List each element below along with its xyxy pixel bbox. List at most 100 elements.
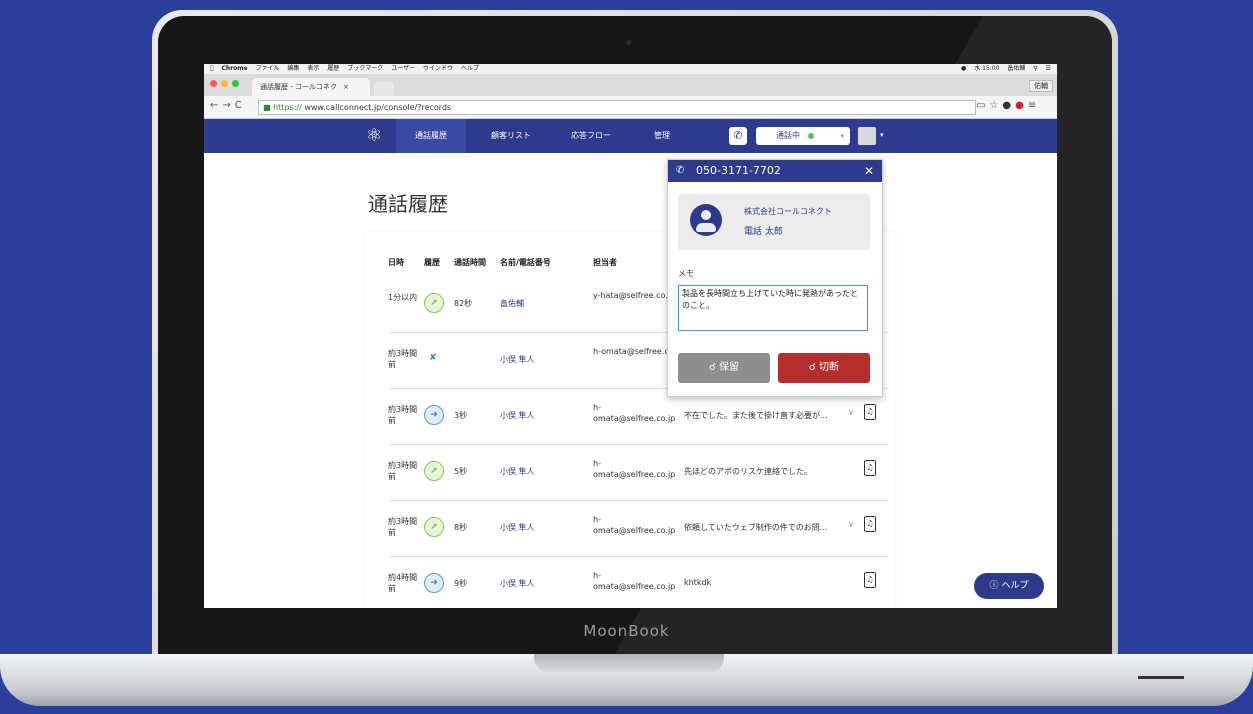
brand-label: MoonBook	[583, 622, 670, 640]
table-row[interactable]: 約3時間前 ➚ 5秒 小俣 隼人 h-omata@selfree.co.jp 先…	[388, 444, 888, 501]
col-header-type[interactable]: 履歴	[424, 257, 440, 268]
handset-icon: ☌	[809, 362, 816, 373]
maximize-window-icon[interactable]	[232, 80, 239, 87]
memo-label: メモ	[678, 269, 694, 278]
expand-chevron-icon[interactable]: ∨	[848, 408, 854, 417]
menubar-item[interactable]: ブックマーク	[347, 65, 383, 72]
camera	[626, 40, 631, 45]
bookmark-star-icon[interactable]: ☆	[989, 100, 1002, 111]
menubar-item[interactable]: ウインドウ	[423, 65, 453, 72]
row-agent: h-omata@selfree.co.jp	[593, 403, 676, 423]
back-icon[interactable]: ←	[210, 100, 222, 111]
missed-call-icon: ✘	[429, 353, 437, 363]
menubar-app[interactable]: Chrome	[222, 65, 248, 72]
forward-icon[interactable]: →	[222, 100, 234, 111]
lock-icon: ■	[263, 103, 271, 112]
reload-icon[interactable]: C	[235, 100, 246, 111]
phone-icon: ✆	[676, 165, 685, 176]
pinterest-icon[interactable]: ●	[1015, 100, 1028, 111]
mac-menubar:  Chrome ファイル 編集 表示 履歴 ブックマーク ユーザー ウインドウ…	[204, 64, 1057, 74]
browser-tab[interactable]: 通話履歴 - コールコネク ×	[252, 78, 370, 96]
menubar-item[interactable]: 履歴	[327, 65, 339, 72]
row-name-link[interactable]: 小俣 隼人	[500, 410, 535, 421]
apple-icon[interactable]: 	[210, 65, 214, 72]
recording-file-icon[interactable]: ♫	[864, 572, 876, 588]
table-row[interactable]: 約4時間前 ➜ 9秒 小俣 隼人 h-omata@selfree.co.jp k…	[388, 556, 888, 608]
row-duration: 8秒	[454, 523, 468, 532]
app-navbar: ⚛ 通話履歴 顧客リスト 応答フロー 管理 ✆ 通話中 ▾ ▾	[204, 119, 1057, 153]
chevron-down-icon: ▾	[840, 132, 844, 140]
nav-call-history[interactable]: 通話履歴	[396, 119, 466, 153]
recording-file-icon[interactable]: ♫	[864, 404, 876, 420]
chrome-menu-icon[interactable]: ≡	[1028, 100, 1040, 111]
extension-icon[interactable]: ●	[1002, 100, 1015, 111]
row-name-link[interactable]: 畠佑輔	[500, 298, 524, 309]
outgoing-call-icon: ➜	[424, 405, 444, 425]
menubar-clock[interactable]: 水 15:00	[974, 65, 999, 72]
menubar-item[interactable]: 表示	[307, 65, 319, 72]
row-name-link[interactable]: 小俣 隼人	[500, 522, 535, 533]
list-icon[interactable]: ☰	[1046, 65, 1051, 72]
row-memo: 依頼していたウェブ制作の件でのお問...	[684, 523, 828, 532]
row-agent: h-omata@selfree.co.jp	[593, 515, 676, 535]
contact-name[interactable]: 電話 太郎	[744, 224, 783, 237]
logo-icon[interactable]: ⚛	[364, 126, 384, 146]
hold-button[interactable]: ☌ 保留	[678, 353, 770, 383]
menubar-item[interactable]: 編集	[287, 65, 299, 72]
col-header-name[interactable]: 名前/電話番号	[500, 257, 551, 268]
row-memo: 不在でした。また後で掛け直す必要が...	[684, 411, 828, 420]
memo-textarea[interactable]: 製品を長時間立ち上げていた時に発熱があったとのこと。	[678, 285, 868, 331]
row-agent: h-omata@selfree.co.jp	[593, 459, 676, 479]
caret-down-icon[interactable]: ▾	[880, 131, 884, 139]
help-button[interactable]: ⓘ ヘルプ	[974, 573, 1044, 599]
row-name-link[interactable]: 小俣 隼人	[500, 354, 535, 365]
help-label: ヘルプ	[1001, 581, 1029, 591]
handset-icon: ☌	[709, 362, 716, 373]
contact-company: 株式会社コールコネクト	[744, 207, 832, 216]
address-bar[interactable]: ■ https:// www.callconnect.jp/console/?r…	[258, 100, 976, 115]
new-tab-button[interactable]	[374, 82, 394, 96]
row-name-link[interactable]: 小俣 隼人	[500, 466, 535, 477]
menubar-user[interactable]: 畠佑輔	[1007, 65, 1025, 72]
menubar-item[interactable]: ヘルプ	[461, 65, 479, 72]
hangup-button[interactable]: ☌ 切断	[778, 353, 870, 383]
wifi-icon[interactable]: ●	[961, 65, 966, 72]
menubar-item[interactable]: ファイル	[256, 65, 280, 72]
close-icon[interactable]: ✕	[864, 160, 874, 182]
col-header-agent[interactable]: 担当者	[593, 257, 617, 268]
base-notch	[534, 654, 724, 672]
menubar-item[interactable]: ユーザー	[391, 65, 415, 72]
row-memo: 先ほどのアポのリスケ連絡でした。	[684, 467, 812, 476]
expand-chevron-icon[interactable]: ∨	[848, 520, 854, 529]
browser-toolbar: ←→C ■ https:// www.callconnect.jp/consol…	[204, 96, 1057, 119]
row-name-link[interactable]: 小俣 隼人	[500, 578, 535, 589]
outgoing-call-icon: ➜	[424, 573, 444, 593]
question-icon: ⓘ	[989, 581, 999, 591]
profile-button[interactable]: 佑輔	[1029, 80, 1053, 92]
col-header-time[interactable]: 日時	[388, 257, 404, 268]
minimize-window-icon[interactable]	[221, 80, 228, 87]
menubar-status: ● 水 15:00 畠佑輔 ⚲ ☰	[955, 64, 1051, 74]
tab-close-icon[interactable]: ×	[343, 83, 349, 91]
recording-file-icon[interactable]: ♫	[864, 516, 876, 532]
contact-card: 株式会社コールコネクト 電話 太郎	[678, 194, 870, 250]
url-scheme: https://	[273, 103, 302, 112]
row-memo: khtkdk	[684, 578, 712, 587]
hold-label: 保留	[718, 362, 739, 373]
hangup-label: 切断	[818, 362, 839, 373]
user-avatar[interactable]	[858, 127, 876, 145]
base-indicator	[1138, 676, 1184, 679]
nav-response-flow[interactable]: 応答フロー	[556, 119, 626, 153]
cast-icon[interactable]: ▭	[976, 100, 989, 111]
close-window-icon[interactable]	[210, 80, 217, 87]
nav-admin[interactable]: 管理	[632, 119, 692, 153]
status-select[interactable]: 通話中 ▾	[756, 127, 850, 145]
phone-icon[interactable]: ✆	[729, 127, 747, 145]
recording-file-icon[interactable]: ♫	[864, 460, 876, 476]
col-header-duration[interactable]: 通話時間	[454, 257, 486, 268]
nav-customer-list[interactable]: 顧客リスト	[476, 119, 546, 153]
incoming-call-icon: ➚	[424, 517, 444, 537]
search-icon[interactable]: ⚲	[1033, 65, 1037, 72]
row-time: 約4時間前	[388, 573, 418, 593]
table-row[interactable]: 約3時間前 ➚ 8秒 小俣 隼人 h-omata@selfree.co.jp 依…	[388, 500, 888, 557]
